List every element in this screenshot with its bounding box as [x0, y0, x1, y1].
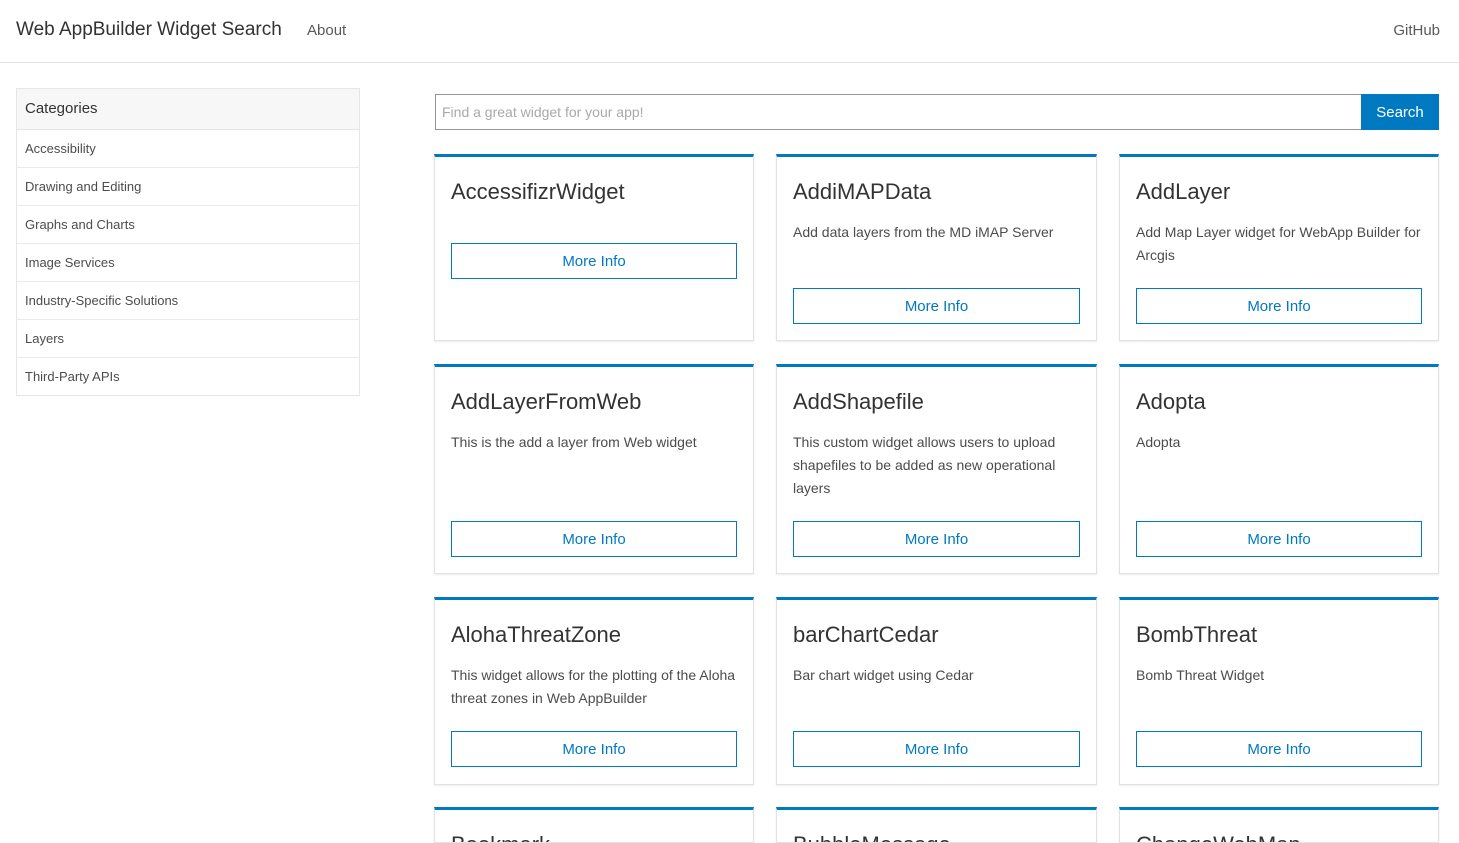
- nav-github-link[interactable]: GitHub: [1393, 22, 1440, 39]
- category-graphs-and-charts[interactable]: Graphs and Charts: [17, 206, 359, 244]
- categories-panel: Categories Accessibility Drawing and Edi…: [16, 88, 360, 396]
- more-info-button[interactable]: More Info: [1136, 521, 1422, 557]
- card-title: AddiMAPData: [793, 179, 932, 204]
- search-button[interactable]: Search: [1361, 94, 1439, 130]
- more-info-button[interactable]: More Info: [793, 521, 1080, 557]
- widget-card-barchartcedar: barChartCedar Bar chart widget using Ced…: [776, 597, 1097, 785]
- search-bar: Search: [435, 94, 1439, 130]
- card-description: This custom widget allows users to uploa…: [793, 434, 1056, 496]
- card-description: This widget allows for the plotting of t…: [451, 667, 736, 706]
- card-description: Adopta: [1136, 434, 1181, 450]
- card-title: ChangeWebMap: [1136, 832, 1301, 842]
- widget-card-addlayer: AddLayer Add Map Layer widget for WebApp…: [1119, 154, 1439, 341]
- search-input[interactable]: [435, 94, 1361, 130]
- widget-card-alohathreatzone: AlohaThreatZone This widget allows for t…: [434, 597, 754, 785]
- category-third-party-apis[interactable]: Third-Party APIs: [17, 358, 359, 395]
- card-description: Add Map Layer widget for WebApp Builder …: [1136, 224, 1421, 263]
- card-title: AddShapefile: [793, 389, 924, 414]
- brand-link[interactable]: Web AppBuilder Widget Search: [16, 19, 282, 41]
- widget-card-bookmark: Bookmark: [434, 807, 754, 843]
- top-navbar: Web AppBuilder Widget Search About GitHu…: [0, 0, 1459, 63]
- widget-card-adopta: Adopta Adopta More Info: [1119, 364, 1439, 574]
- card-description: Bar chart widget using Cedar: [793, 667, 974, 683]
- widget-card-addshapefile: AddShapefile This custom widget allows u…: [776, 364, 1097, 574]
- category-layers[interactable]: Layers: [17, 320, 359, 358]
- widget-card-bombthreat: BombThreat Bomb Threat Widget More Info: [1119, 597, 1439, 785]
- widget-card-bubblemessage: BubbleMessage: [776, 807, 1097, 843]
- more-info-button[interactable]: More Info: [793, 288, 1080, 324]
- card-title: AddLayer: [1136, 179, 1231, 204]
- more-info-button[interactable]: More Info: [451, 243, 737, 279]
- more-info-button[interactable]: More Info: [1136, 731, 1422, 767]
- categories-header: Categories: [17, 89, 359, 130]
- card-title: barChartCedar: [793, 622, 939, 647]
- widget-card-addimapdata: AddiMAPData Add data layers from the MD …: [776, 154, 1097, 341]
- card-title: AlohaThreatZone: [451, 622, 621, 647]
- more-info-button[interactable]: More Info: [451, 521, 737, 557]
- card-title: BombThreat: [1136, 622, 1258, 647]
- more-info-button[interactable]: More Info: [451, 731, 737, 767]
- category-accessibility[interactable]: Accessibility: [17, 130, 359, 168]
- card-title: Adopta: [1136, 389, 1206, 414]
- more-info-button[interactable]: More Info: [1136, 288, 1422, 324]
- more-info-button[interactable]: More Info: [793, 731, 1080, 767]
- widget-card-changewebmap: ChangeWebMap: [1119, 807, 1439, 843]
- nav-about-link[interactable]: About: [307, 22, 346, 39]
- category-drawing-and-editing[interactable]: Drawing and Editing: [17, 168, 359, 206]
- card-title: AddLayerFromWeb: [451, 389, 642, 414]
- card-description: This is the add a layer from Web widget: [451, 434, 697, 450]
- card-title: Bookmark: [451, 832, 550, 842]
- category-industry-specific-solutions[interactable]: Industry-Specific Solutions: [17, 282, 359, 320]
- widget-card-addlayerfromweb: AddLayerFromWeb This is the add a layer …: [434, 364, 754, 574]
- card-title: AccessifizrWidget: [451, 179, 625, 204]
- card-description: Add data layers from the MD iMAP Server: [793, 224, 1054, 240]
- category-image-services[interactable]: Image Services: [17, 244, 359, 282]
- card-title: BubbleMessage: [793, 832, 951, 842]
- widget-card-accessifizrwidget: AccessifizrWidget More Info: [434, 154, 754, 341]
- card-description: Bomb Threat Widget: [1136, 667, 1265, 683]
